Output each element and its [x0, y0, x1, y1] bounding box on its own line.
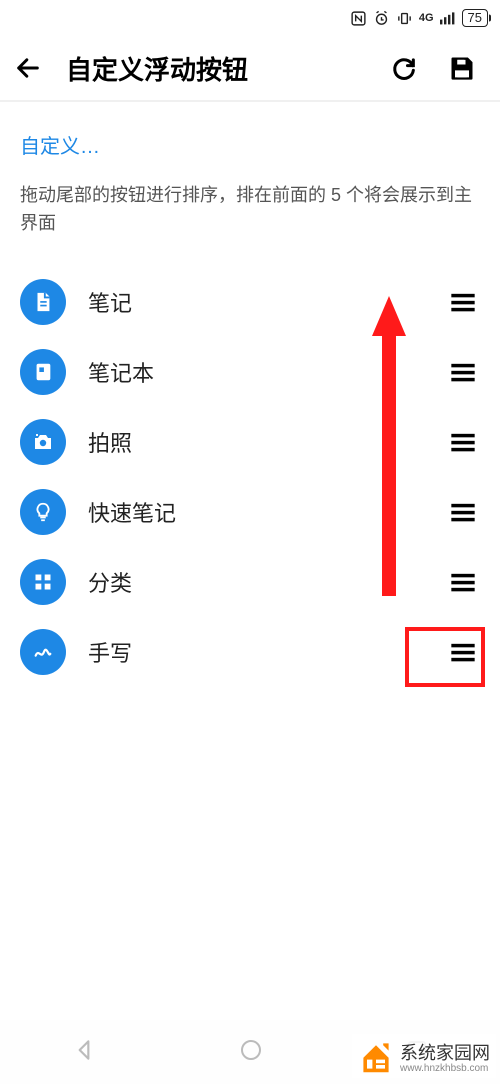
content-area: 自定义… 拖动尾部的按钮进行排序，排在前面的 5 个将会展示到主界面 笔记 笔记…	[0, 102, 500, 687]
list-item-category[interactable]: 分类	[20, 547, 480, 617]
status-bar: 4G 75	[0, 0, 500, 36]
list-item-label: 分类	[88, 566, 424, 598]
list-item-notebook[interactable]: 笔记本	[20, 337, 480, 407]
drag-handle-icon[interactable]	[446, 285, 480, 319]
drag-handle-icon[interactable]	[446, 355, 480, 389]
list-item-label: 笔记本	[88, 356, 424, 388]
list-item-label: 笔记	[88, 286, 424, 318]
drag-handle-icon[interactable]	[446, 565, 480, 599]
app-bar: 自定义浮动按钮	[0, 36, 500, 100]
nav-back-icon[interactable]	[71, 1037, 97, 1068]
list-item-note[interactable]: 笔记	[20, 267, 480, 337]
handwrite-icon	[20, 629, 66, 675]
drag-handle-icon[interactable]	[446, 425, 480, 459]
customize-link[interactable]: 自定义…	[20, 130, 480, 159]
list-item-handwrite[interactable]: 手写	[20, 617, 480, 687]
refresh-button[interactable]	[384, 48, 424, 88]
house-logo-icon	[358, 1038, 394, 1074]
note-icon	[20, 279, 66, 325]
alarm-icon	[373, 10, 390, 27]
camera-icon	[20, 419, 66, 465]
back-button[interactable]	[8, 48, 48, 88]
signal-bars-icon	[440, 11, 456, 25]
page-title: 自定义浮动按钮	[66, 50, 248, 87]
nav-home-icon[interactable]	[239, 1038, 263, 1067]
lightbulb-icon	[20, 489, 66, 535]
drag-handle-icon[interactable]	[446, 495, 480, 529]
list-item-label: 拍照	[88, 426, 424, 458]
battery-indicator: 75	[462, 9, 488, 27]
list-item-camera[interactable]: 拍照	[20, 407, 480, 477]
drag-handle-icon[interactable]	[446, 635, 480, 669]
list-item-label: 手写	[88, 636, 424, 668]
description-text: 拖动尾部的按钮进行排序，排在前面的 5 个将会展示到主界面	[20, 181, 480, 237]
button-list: 笔记 笔记本 拍照 快	[20, 267, 480, 687]
watermark-title: 系统家园网	[400, 1043, 490, 1063]
list-item-label: 快速笔记	[88, 496, 424, 528]
signal-4g-icon: 4G	[419, 12, 434, 24]
notebook-icon	[20, 349, 66, 395]
watermark-url: www.hnzkhbsb.com	[400, 1063, 490, 1074]
grid-icon	[20, 559, 66, 605]
watermark: 系统家园网 www.hnzkhbsb.com	[352, 1034, 496, 1078]
save-button[interactable]	[442, 48, 482, 88]
nfc-icon	[350, 10, 367, 27]
list-item-quicknote[interactable]: 快速笔记	[20, 477, 480, 547]
vibrate-icon	[396, 10, 413, 27]
